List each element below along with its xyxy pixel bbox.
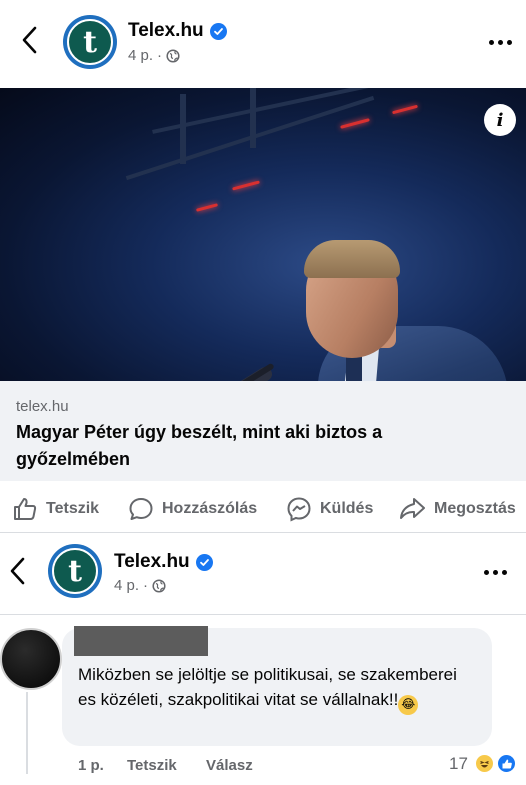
back-chevron-icon <box>22 26 37 54</box>
comment-label: Hozzászólás <box>162 500 258 517</box>
like-icon <box>14 498 37 520</box>
laughing-emoji-icon: 😂 <box>398 694 419 715</box>
link-title: Magyar Péter úgy beszélt, mint aki bizto… <box>16 422 383 469</box>
globe-icon <box>152 578 166 593</box>
share-label: Megosztás <box>434 500 516 517</box>
comment-icon <box>129 498 153 520</box>
sticky-more-button[interactable] <box>484 570 507 575</box>
comment-like-button[interactable]: Tetszik <box>127 757 177 774</box>
verified-badge-icon <box>209 22 227 40</box>
post-time[interactable]: 4 p. <box>128 47 153 64</box>
more-icon-dot <box>493 570 498 575</box>
comment-reply-button[interactable]: Válasz <box>206 757 253 774</box>
post-meta: 4 p. · <box>128 47 180 64</box>
post-actions: Tetszik Hozzászólás Küldés Megosztás <box>0 488 526 528</box>
like-reaction-icon <box>496 753 517 774</box>
more-icon <box>489 40 494 45</box>
meta-dot: · <box>157 47 163 64</box>
thread-line <box>26 692 28 774</box>
comment-text-wrap: Miközben se jelöltje se politikusai, se … <box>78 662 478 715</box>
verified-badge-icon <box>195 553 213 571</box>
more-icon <box>484 570 489 575</box>
section-divider <box>0 532 526 533</box>
link-preview-image[interactable] <box>0 88 526 381</box>
post-header: Telex.hu <box>128 20 227 42</box>
avatar-letter: t <box>68 553 82 589</box>
avatar-letter: t <box>83 24 97 60</box>
comment-button[interactable]: Hozzászólás <box>128 496 257 522</box>
meta-dot: · <box>143 577 149 594</box>
reaction-count[interactable]: 17 <box>449 754 468 774</box>
redacted-author-name <box>74 626 208 656</box>
haha-reaction-icon <box>474 753 495 774</box>
back-button[interactable] <box>14 22 44 58</box>
send-button[interactable]: Küldés <box>286 496 373 522</box>
sticky-meta: 4 p. · <box>114 577 166 594</box>
more-icon-dot <box>502 570 507 575</box>
back-chevron-icon <box>10 557 25 585</box>
share-button[interactable]: Megosztás <box>398 496 516 522</box>
link-domain: telex.hu <box>16 398 69 415</box>
more-icon-dot <box>507 40 512 45</box>
page-name[interactable]: Telex.hu <box>114 551 190 573</box>
page-name[interactable]: Telex.hu <box>128 20 204 42</box>
more-icon-dot <box>498 40 503 45</box>
link-caption[interactable]: telex.hu Magyar Péter úgy beszélt, mint … <box>0 381 526 481</box>
comment-time[interactable]: 1 p. <box>78 757 104 774</box>
more-button[interactable] <box>489 40 512 45</box>
info-button[interactable]: i <box>484 104 516 136</box>
post-time[interactable]: 4 p. <box>114 577 139 594</box>
like-label: Tetszik <box>46 500 100 517</box>
page-avatar[interactable]: t <box>63 15 117 69</box>
like-button[interactable]: Tetszik <box>12 496 99 522</box>
sticky-page-avatar[interactable]: t <box>48 544 102 598</box>
comments-back-button[interactable] <box>2 553 32 589</box>
messenger-icon <box>287 497 311 522</box>
sticky-header-title: Telex.hu <box>114 551 213 573</box>
send-label: Küldés <box>320 500 374 517</box>
info-icon: i <box>496 109 504 131</box>
globe-icon <box>166 48 180 63</box>
share-icon <box>400 498 425 519</box>
commenter-avatar[interactable] <box>0 628 62 690</box>
header-divider <box>0 614 526 615</box>
